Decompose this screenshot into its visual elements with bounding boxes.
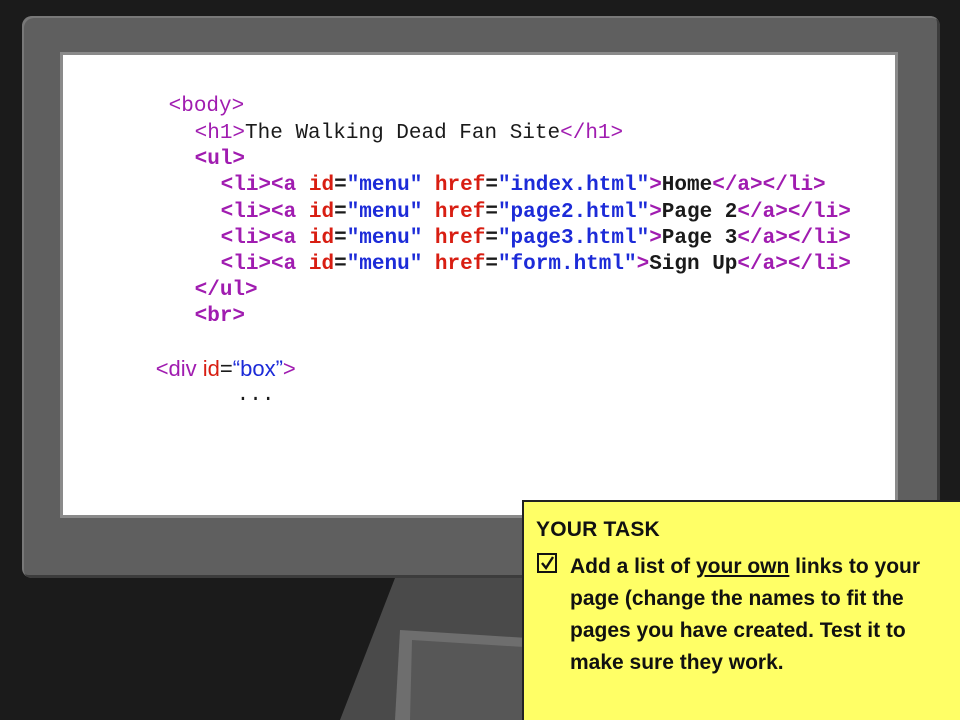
- task-text-emphasis: your own: [696, 555, 790, 578]
- link-label: Sign Up: [649, 253, 738, 276]
- monitor-screen: <body> <h1>The Walking Dead Fan Site</h1…: [60, 52, 898, 518]
- ellipsis: ...: [236, 384, 275, 407]
- gt-sign: >: [636, 253, 650, 276]
- a-open-tag: <a: [271, 253, 309, 276]
- ballot-box-check-icon: [537, 553, 557, 573]
- id-value: "menu": [346, 253, 423, 276]
- task-title: YOUR TASK: [536, 518, 660, 541]
- div-gt-sign: >: [282, 356, 296, 381]
- a-close-tag: </a>: [737, 253, 788, 276]
- code-line-li: <li><a id="menu" href="form.html">Sign U…: [145, 226, 851, 276]
- li-close-tag: </li>: [787, 253, 851, 276]
- equals-sign: =: [334, 253, 347, 276]
- code-line-div: <div id=“box”>: [119, 330, 296, 381]
- code-line-ellipsis: ...: [161, 357, 275, 407]
- id-attribute: id: [308, 253, 335, 276]
- code-line-ul-open: <ul>: [119, 121, 245, 171]
- code-line-li: <li><a id="menu" href="page2.html">Page …: [145, 174, 851, 224]
- code-block: <body> <h1>The Walking Dead Fan Site</h1…: [63, 55, 895, 515]
- href-attribute: href: [434, 253, 486, 276]
- equals-sign: =: [485, 253, 498, 276]
- code-line-li: <li><a id="menu" href="page3.html">Page …: [145, 200, 851, 250]
- code-line-h1: <h1>The Walking Dead Fan Site</h1>: [119, 95, 624, 145]
- task-text: Add a list of your own links to your pag…: [570, 551, 956, 679]
- code-line-body: <body>: [93, 68, 245, 118]
- br-tag: <br>: [194, 305, 246, 328]
- code-line-li: <li><a id="menu" href="index.html">Home<…: [145, 147, 826, 197]
- href-value: "form.html": [497, 253, 637, 276]
- task-box: YOUR TASK Add a list of your own links t…: [522, 500, 960, 720]
- code-line-br: <br>: [119, 278, 245, 328]
- code-line-ul-close: </ul>: [119, 252, 258, 302]
- task-text-before: Add a list of: [570, 555, 696, 578]
- h1-close-tag: </h1>: [560, 122, 624, 145]
- h1-text: The Walking Dead Fan Site: [245, 122, 561, 145]
